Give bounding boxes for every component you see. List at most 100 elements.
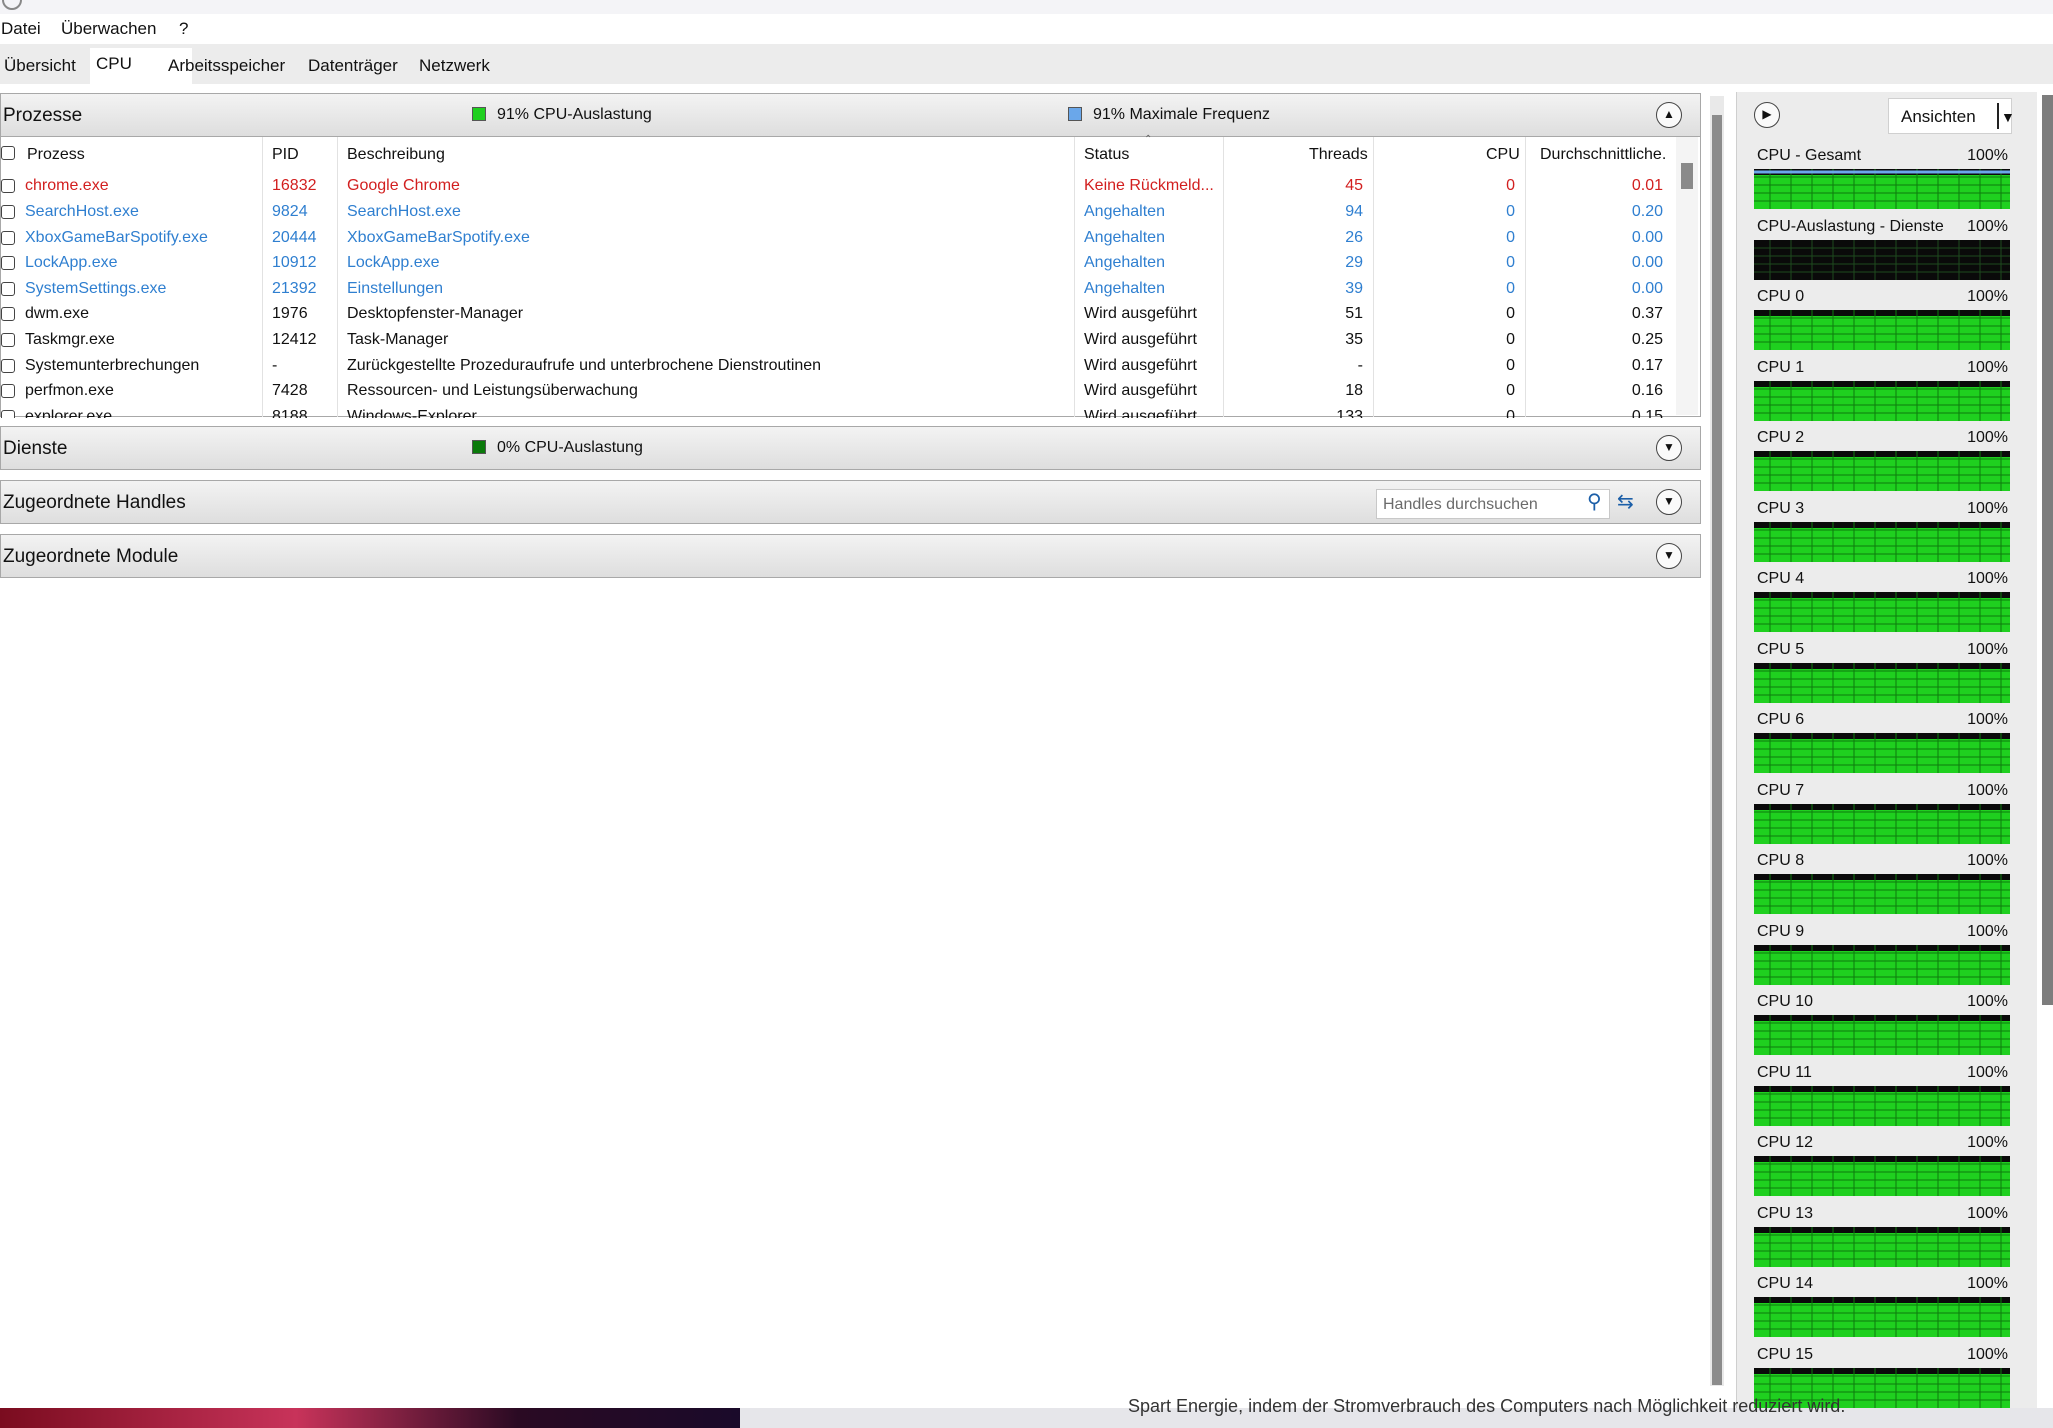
collapse-graphs-icon[interactable]: ▶ bbox=[1754, 102, 1780, 128]
menu-help[interactable]: ? bbox=[179, 19, 188, 39]
views-label: Ansichten bbox=[1901, 107, 1976, 126]
processes-header[interactable]: Prozesse 91% CPU-Auslastung 91% Maximale… bbox=[0, 93, 1701, 137]
col-status[interactable]: Status bbox=[1084, 146, 1129, 164]
cell-threads: - bbox=[1357, 357, 1363, 374]
table-row[interactable]: SearchHost.exe 9824 SearchHost.exe Angehalt… bbox=[0, 201, 1670, 226]
table-row[interactable]: Systemunterbrechungen - Zurückgestellte Pr… bbox=[0, 355, 1670, 380]
cell-pid: 1976 bbox=[272, 305, 308, 322]
views-dropdown[interactable]: Ansichten ▼ bbox=[1888, 98, 2015, 134]
cpu-graph-name: CPU 14 bbox=[1757, 1275, 1814, 1292]
cpu-usage-graph bbox=[1754, 451, 2010, 491]
cpu-graph-percent: 100% bbox=[1967, 923, 2008, 940]
menu-ueberwachen[interactable]: Überwachen bbox=[61, 19, 156, 39]
cpu-usage-label: 91% CPU-Auslastung bbox=[497, 106, 652, 123]
table-row[interactable]: perfmon.exe 7428 Ressourcen- und Leistungs… bbox=[0, 380, 1670, 405]
cell-avg: 0.25 bbox=[1631, 331, 1663, 348]
menu-bar: Datei Überwachen ? bbox=[0, 14, 2053, 44]
expand-services-icon[interactable]: ▼ bbox=[1656, 435, 1682, 461]
cpu-graph-name: CPU 6 bbox=[1757, 711, 1805, 728]
row-checkbox[interactable] bbox=[1, 179, 15, 193]
cell-avg: 0.20 bbox=[1631, 203, 1663, 220]
modules-title: Zugeordnete Module bbox=[3, 546, 179, 567]
cell-name: SearchHost.exe bbox=[25, 203, 139, 220]
table-row[interactable]: Taskmgr.exe 12412 Task-Manager Wird ausgefü… bbox=[0, 329, 1670, 354]
cell-avg: 0.00 bbox=[1631, 254, 1663, 271]
expand-handles-icon[interactable]: ▼ bbox=[1656, 489, 1682, 515]
row-checkbox[interactable] bbox=[1, 231, 15, 245]
cell-status: Wird ausgeführt bbox=[1084, 331, 1197, 348]
col-durchschnitt[interactable]: Durchschnittliche... bbox=[1540, 146, 1667, 164]
row-checkbox[interactable] bbox=[1, 359, 15, 373]
select-all-checkbox[interactable] bbox=[1, 146, 15, 160]
col-prozess[interactable]: Prozess bbox=[27, 146, 85, 164]
cpu-graph-card: CPU 0 100% bbox=[1754, 288, 2014, 358]
cell-desc: Zurückgestellte Prozeduraufrufe und unte… bbox=[347, 357, 822, 374]
collapse-processes-icon[interactable]: ▲ bbox=[1656, 102, 1682, 128]
tab-netzwerk[interactable]: Netzwerk bbox=[415, 56, 494, 76]
cpu-graph-percent: 100% bbox=[1967, 782, 2008, 799]
cell-pid: 12412 bbox=[272, 331, 317, 348]
row-checkbox[interactable] bbox=[1, 205, 15, 219]
cell-pid: 21392 bbox=[272, 280, 317, 297]
table-row[interactable]: dwm.exe 1976 Desktopfenster-Manager Wird au… bbox=[0, 303, 1670, 328]
cell-status: Angehalten bbox=[1084, 280, 1165, 297]
col-pid[interactable]: PID bbox=[272, 146, 299, 164]
cpu-graph-name: CPU 1 bbox=[1757, 359, 1805, 376]
table-row[interactable]: SystemSettings.exe 21392 Einstellungen Ange… bbox=[0, 278, 1670, 303]
cell-status: Wird ausgeführt bbox=[1084, 382, 1197, 399]
row-checkbox[interactable] bbox=[1, 384, 15, 398]
cell-cpu: 0 bbox=[1506, 177, 1515, 194]
chevron-down-icon[interactable]: ▼ bbox=[2001, 109, 2015, 125]
cell-status: Angehalten bbox=[1084, 254, 1165, 271]
cpu-usage-graph bbox=[1754, 1015, 2010, 1055]
search-icon[interactable]: ⚲ bbox=[1587, 489, 1611, 517]
cpu-graph-card: CPU 2 100% bbox=[1754, 429, 2014, 499]
expand-modules-icon[interactable]: ▼ bbox=[1656, 543, 1682, 569]
services-header[interactable]: Dienste 0% CPU-Auslastung ▼ bbox=[0, 426, 1701, 470]
table-row[interactable]: chrome.exe 16832 Google Chrome Keine Rückme… bbox=[0, 175, 1670, 200]
cpu-graph-name: CPU 10 bbox=[1757, 993, 1814, 1010]
main-scroll-thumb[interactable] bbox=[1712, 115, 1722, 1385]
cell-cpu: 0 bbox=[1506, 305, 1515, 322]
table-row[interactable]: XboxGameBarSpotify.exe 20444 XboxGameBarSp… bbox=[0, 227, 1670, 252]
window-top-strip bbox=[0, 0, 2053, 14]
handles-search-input[interactable]: Handles durchsuchen bbox=[1376, 489, 1610, 519]
tab-arbeitsspeicher[interactable]: Arbeitsspeicher bbox=[164, 56, 289, 76]
cpu-graph-card: CPU 9 100% bbox=[1754, 923, 2014, 993]
handles-search-placeholder: Handles durchsuchen bbox=[1383, 496, 1538, 513]
cpu-graph-percent: 100% bbox=[1967, 711, 2008, 728]
cpu-graph-percent: 100% bbox=[1967, 1346, 2008, 1363]
table-row[interactable]: LockApp.exe 10912 LockApp.exe Angehalten 29 0… bbox=[0, 252, 1670, 277]
row-checkbox[interactable] bbox=[1, 307, 15, 321]
cpu-graph-card: CPU 4 100% bbox=[1754, 570, 2014, 640]
cpu-graph-card: CPU 6 100% bbox=[1754, 711, 2014, 781]
col-threads[interactable]: Threads bbox=[1309, 146, 1368, 164]
cpu-graph-card: CPU 3 100% bbox=[1754, 500, 2014, 570]
row-checkbox[interactable] bbox=[1, 410, 15, 418]
graphs-scrollbar[interactable] bbox=[2042, 95, 2053, 1005]
cpu-usage-graph bbox=[1754, 1086, 2010, 1126]
cpu-graph-name: CPU 13 bbox=[1757, 1205, 1814, 1222]
refresh-icon[interactable]: ⇆ bbox=[1617, 489, 1643, 517]
processes-scroll-thumb[interactable] bbox=[1681, 163, 1693, 189]
col-beschreibung[interactable]: Beschreibung bbox=[347, 146, 445, 164]
cell-cpu: 0 bbox=[1506, 280, 1515, 297]
tab-datentraeger[interactable]: Datenträger bbox=[304, 56, 402, 76]
row-checkbox[interactable] bbox=[1, 282, 15, 296]
row-checkbox[interactable] bbox=[1, 256, 15, 270]
cell-status: Wird ausgeführt bbox=[1084, 357, 1197, 374]
cpu-graph-name: CPU 0 bbox=[1757, 288, 1805, 305]
modules-header[interactable]: Zugeordnete Module ▼ bbox=[0, 534, 1701, 578]
cpu-graph-name: CPU 12 bbox=[1757, 1134, 1814, 1151]
tab-uebersicht[interactable]: Übersicht bbox=[0, 56, 80, 76]
views-separator bbox=[1997, 103, 1999, 129]
col-cpu[interactable]: CPU bbox=[1486, 146, 1520, 164]
row-checkbox[interactable] bbox=[1, 333, 15, 347]
handles-title: Zugeordnete Handles bbox=[3, 492, 186, 513]
table-row[interactable]: explorer.exe 8188 Windows-Explorer Wird aus… bbox=[0, 406, 1670, 418]
cpu-graph-card: CPU 5 100% bbox=[1754, 641, 2014, 711]
cell-name: perfmon.exe bbox=[25, 382, 114, 399]
cpu-graph-percent: 100% bbox=[1967, 359, 2008, 376]
menu-datei[interactable]: Datei bbox=[1, 19, 41, 39]
cpu-usage-graph bbox=[1754, 1156, 2010, 1196]
